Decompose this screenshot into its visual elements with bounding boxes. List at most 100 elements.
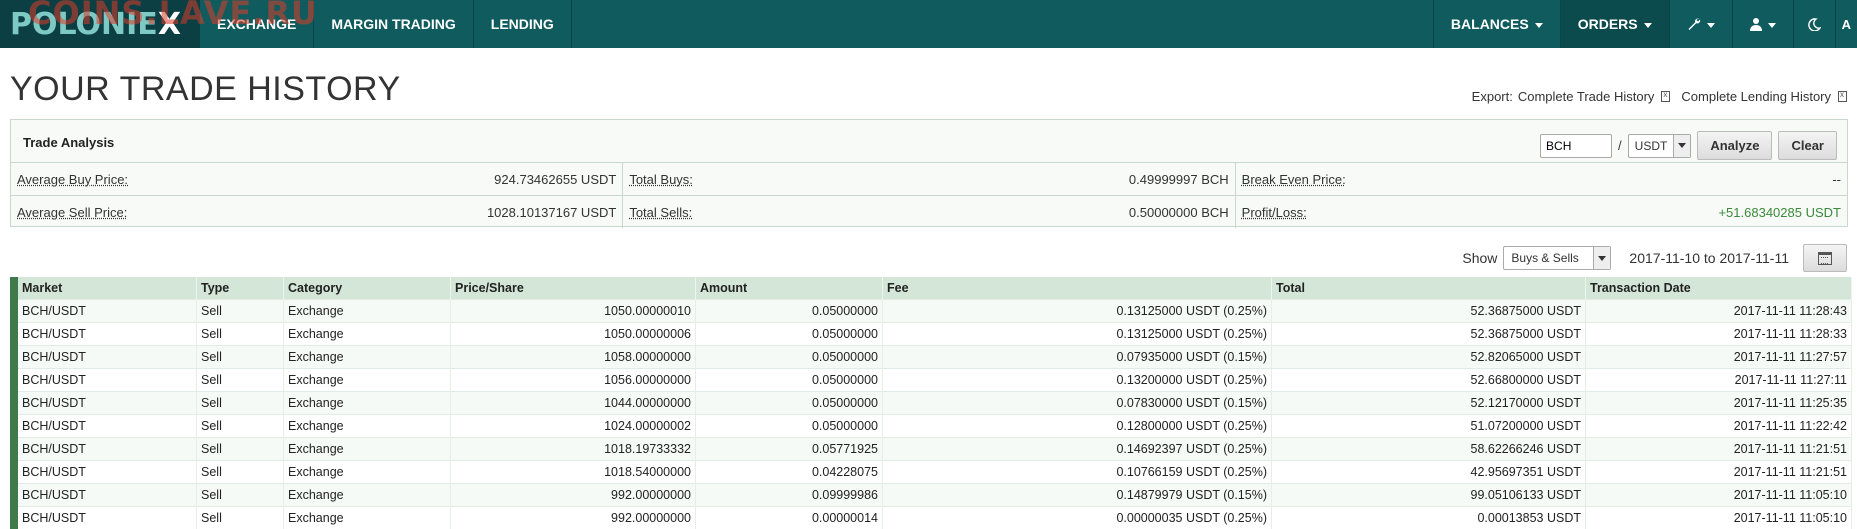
chevron-down-icon	[1707, 23, 1715, 28]
col-type[interactable]: Type	[197, 277, 284, 300]
cell-date: 2017-11-11 11:05:10	[1586, 484, 1852, 507]
avg-sell-value: 1028.10137167 USDT	[487, 205, 616, 220]
col-price-share[interactable]: Price/Share	[451, 277, 696, 300]
cell-price: 1044.00000000	[451, 392, 696, 415]
cell-fee: 0.07935000 USDT (0.15%)	[883, 346, 1272, 369]
table-row[interactable]: BCH/USDTSellExchange1018.197333320.05771…	[14, 438, 1852, 461]
trade-analysis-title: Trade Analysis	[23, 135, 114, 150]
cell-date: 2017-11-11 11:28:43	[1586, 300, 1852, 323]
profit-loss-cell: Profit/Loss: +51.68340285 USDT	[1236, 196, 1847, 228]
cell-category: Exchange	[284, 323, 451, 346]
chevron-down-icon	[1644, 23, 1652, 28]
trade-analysis-header: Trade Analysis / USDT Analyze Clear	[11, 120, 1847, 163]
calendar-icon	[1818, 252, 1832, 265]
total-sells-cell: Total Sells: 0.50000000 BCH	[623, 196, 1235, 228]
avg-sell-cell: Average Sell Price: 1028.10137167 USDT	[11, 196, 623, 228]
cell-date: 2017-11-11 11:21:51	[1586, 461, 1852, 484]
col-market[interactable]: Market	[14, 277, 197, 300]
profit-loss-label: Profit/Loss:	[1242, 205, 1307, 220]
cell-market: BCH/USDT	[14, 346, 197, 369]
break-even-value: --	[1832, 172, 1841, 187]
cell-price: 992.00000000	[451, 507, 696, 529]
cell-total: 51.07200000 USDT	[1272, 415, 1586, 438]
table-header-row: Market Type Category Price/Share Amount …	[14, 277, 1852, 300]
pair-separator: /	[1618, 138, 1622, 153]
nav-tools[interactable]	[1669, 0, 1732, 48]
table-row[interactable]: BCH/USDTSellExchange1050.000000100.05000…	[14, 300, 1852, 323]
table-row[interactable]: BCH/USDTSellExchange1058.000000000.05000…	[14, 346, 1852, 369]
break-even-label: Break Even Price:	[1242, 172, 1346, 187]
cell-amount: 0.05000000	[696, 323, 883, 346]
nav-account[interactable]	[1732, 0, 1793, 48]
nav-margin-trading[interactable]: MARGIN TRADING	[314, 0, 473, 48]
nav-orders[interactable]: ORDERS	[1560, 0, 1669, 48]
total-sells-value: 0.50000000 BCH	[1129, 205, 1229, 220]
table-row[interactable]: BCH/USDTSellExchange1056.000000000.05000…	[14, 369, 1852, 392]
cell-total: 52.36875000 USDT	[1272, 323, 1586, 346]
cell-type: Sell	[197, 461, 284, 484]
cell-total: 52.66800000 USDT	[1272, 369, 1586, 392]
cell-date: 2017-11-11 11:21:51	[1586, 438, 1852, 461]
cell-total: 52.12170000 USDT	[1272, 392, 1586, 415]
cell-total: 42.95697351 USDT	[1272, 461, 1586, 484]
profit-loss-value: +51.68340285 USDT	[1718, 205, 1841, 220]
cell-market: BCH/USDT	[14, 484, 197, 507]
cell-date: 2017-11-11 11:25:35	[1586, 392, 1852, 415]
show-type-select[interactable]: Buys & Sells	[1503, 246, 1611, 270]
quote-currency-select[interactable]: USDT	[1628, 134, 1692, 158]
calendar-button[interactable]	[1803, 244, 1847, 272]
cell-price: 1018.54000000	[451, 461, 696, 484]
total-buys-value: 0.49999997 BCH	[1129, 172, 1229, 187]
cell-market: BCH/USDT	[14, 369, 197, 392]
col-fee[interactable]: Fee	[883, 277, 1272, 300]
cell-market: BCH/USDT	[14, 438, 197, 461]
clear-button[interactable]: Clear	[1778, 131, 1837, 160]
table-row[interactable]: BCH/USDTSellExchange1050.000000060.05000…	[14, 323, 1852, 346]
nav-orders-label: ORDERS	[1578, 16, 1638, 32]
chevron-down-icon	[1673, 135, 1690, 157]
cell-market: BCH/USDT	[14, 300, 197, 323]
table-row[interactable]: BCH/USDTSellExchange1024.000000020.05000…	[14, 415, 1852, 438]
excel-file-icon[interactable]	[1838, 91, 1847, 102]
cell-amount: 0.05000000	[696, 369, 883, 392]
cell-total: 52.82065000 USDT	[1272, 346, 1586, 369]
table-row[interactable]: BCH/USDTSellExchange992.000000000.099999…	[14, 484, 1852, 507]
cell-fee: 0.13125000 USDT (0.25%)	[883, 300, 1272, 323]
base-currency-input[interactable]	[1540, 134, 1612, 158]
table-row[interactable]: BCH/USDTSellExchange992.000000000.000000…	[14, 507, 1852, 529]
cell-type: Sell	[197, 438, 284, 461]
col-amount[interactable]: Amount	[696, 277, 883, 300]
total-buys-label: Total Buys:	[629, 172, 693, 187]
export-trade-history-link[interactable]: Complete Trade History	[1518, 89, 1655, 104]
table-row[interactable]: BCH/USDTSellExchange1018.540000000.04228…	[14, 461, 1852, 484]
trade-history-table: Market Type Category Price/Share Amount …	[10, 277, 1852, 529]
moon-icon	[1808, 18, 1821, 31]
excel-file-icon[interactable]	[1661, 91, 1670, 102]
cell-amount: 0.05771925	[696, 438, 883, 461]
col-transaction-date[interactable]: Transaction Date	[1586, 277, 1852, 300]
cell-amount: 0.04228075	[696, 461, 883, 484]
cell-fee: 0.00000035 USDT (0.25%)	[883, 507, 1272, 529]
cell-date: 2017-11-11 11:22:42	[1586, 415, 1852, 438]
show-label: Show	[1462, 250, 1497, 266]
cell-type: Sell	[197, 323, 284, 346]
nav-lending[interactable]: LENDING	[474, 0, 572, 48]
show-type-value: Buys & Sells	[1504, 251, 1585, 265]
analyze-button[interactable]: Analyze	[1697, 131, 1772, 160]
cell-category: Exchange	[284, 507, 451, 529]
cell-category: Exchange	[284, 461, 451, 484]
analysis-row: Average Sell Price: 1028.10137167 USDT T…	[11, 196, 1847, 228]
col-total[interactable]: Total	[1272, 277, 1586, 300]
table-row[interactable]: BCH/USDTSellExchange1044.000000000.05000…	[14, 392, 1852, 415]
cell-price: 1050.00000010	[451, 300, 696, 323]
page-title: YOUR TRADE HISTORY	[10, 70, 401, 109]
cell-price: 1050.00000006	[451, 323, 696, 346]
nav-balances[interactable]: BALANCES	[1433, 0, 1560, 48]
cell-amount: 0.09999986	[696, 484, 883, 507]
watermark: COINS.LAVE.RU	[28, 0, 318, 32]
col-category[interactable]: Category	[284, 277, 451, 300]
date-range-text[interactable]: 2017-11-10 to 2017-11-11	[1629, 250, 1789, 266]
nav-theme-toggle[interactable]	[1793, 0, 1835, 48]
export-lending-history-link[interactable]: Complete Lending History	[1681, 89, 1831, 104]
nav-more[interactable]: A	[1835, 0, 1857, 48]
